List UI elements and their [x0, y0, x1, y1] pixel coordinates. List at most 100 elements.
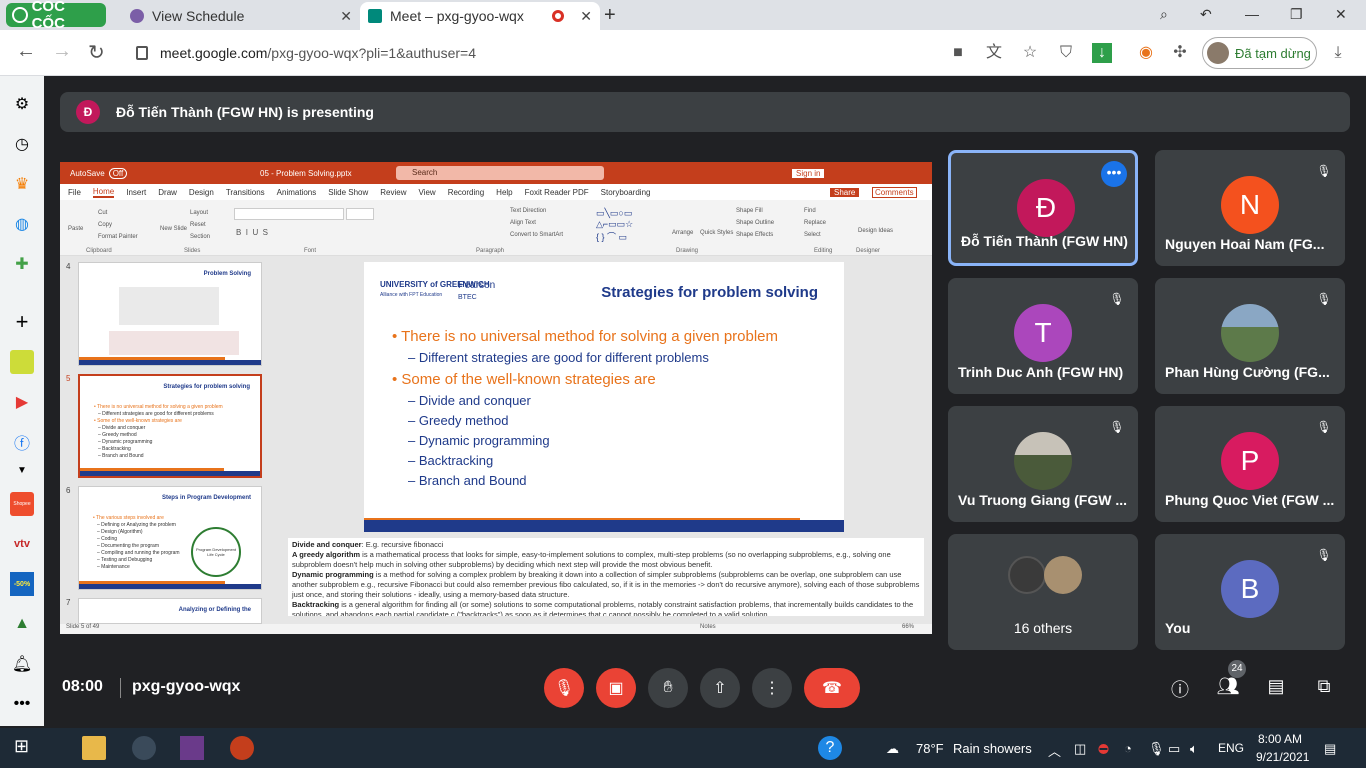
- ppt-menu-home[interactable]: Home: [92, 187, 115, 198]
- camera-off-button[interactable]: ▣: [596, 668, 636, 708]
- file-explorer-icon[interactable]: [82, 736, 106, 760]
- thumb-slide-5[interactable]: Strategies for problem solving • There i…: [78, 374, 262, 478]
- participant-tile[interactable]: N 🎙︎ Nguyen Hoai Nam (FG...: [1155, 150, 1345, 266]
- facebook-icon[interactable]: ⓕ: [10, 430, 34, 454]
- downloads-icon[interactable]: ⤓: [1328, 43, 1348, 63]
- leave-call-button[interactable]: ☎: [804, 668, 860, 708]
- ppt-search[interactable]: Search: [396, 166, 604, 180]
- notes-toggle[interactable]: Notes: [700, 624, 716, 630]
- tab-search-icon[interactable]: ⌕: [1160, 6, 1168, 23]
- settings-gear-icon[interactable]: ⚙: [10, 92, 34, 116]
- autosave-toggle[interactable]: Off: [108, 167, 128, 179]
- windows-start-icon[interactable]: ⊞: [14, 736, 38, 760]
- maximize-icon[interactable]: ❐: [1290, 6, 1303, 23]
- coccoc-taskbar-icon[interactable]: [132, 736, 156, 760]
- ppt-shape-fill[interactable]: Shape Fill: [736, 208, 763, 214]
- download-extension-icon[interactable]: ↓: [1092, 43, 1112, 63]
- shopee-icon[interactable]: Shopee: [10, 492, 34, 516]
- ppt-new-slide[interactable]: New Slide: [160, 226, 187, 232]
- close-window-icon[interactable]: ✕: [1335, 6, 1347, 23]
- ppt-quick-styles[interactable]: Quick Styles: [700, 230, 733, 236]
- back-history-icon[interactable]: ↶: [1200, 6, 1212, 23]
- ppt-menu-file[interactable]: File: [68, 188, 81, 197]
- vtv-go-icon[interactable]: vtv: [10, 532, 34, 556]
- weather-text[interactable]: Rain showers: [953, 741, 1032, 756]
- tab-close-icon[interactable]: ✕: [580, 8, 592, 25]
- tab-meet[interactable]: Meet – pxg-gyoo-wqx ✕: [360, 2, 600, 30]
- clock-date[interactable]: 9/21/2021: [1256, 750, 1309, 764]
- tray-chevron-up-icon[interactable]: ︿: [1048, 741, 1061, 760]
- people-icon[interactable]: 👥︎: [1216, 676, 1240, 700]
- ppt-paste[interactable]: Paste: [68, 226, 83, 232]
- more-dots-icon[interactable]: •••: [10, 692, 34, 716]
- forward-arrow-icon[interactable]: →: [52, 40, 72, 63]
- ppt-shape-outline[interactable]: Shape Outline: [736, 220, 774, 226]
- shield-icon[interactable]: ⛉: [1056, 43, 1076, 63]
- ppt-menu-foxit[interactable]: Foxit Reader PDF: [525, 188, 589, 197]
- ppt-font-size[interactable]: [346, 208, 374, 220]
- ppt-menu-review[interactable]: Review: [380, 188, 406, 197]
- activities-icon[interactable]: ⧉: [1312, 676, 1336, 700]
- ppt-menu-slideshow[interactable]: Slide Show: [328, 188, 368, 197]
- zoom-level[interactable]: 66%: [902, 624, 914, 630]
- ppt-menu-animations[interactable]: Animations: [277, 188, 317, 197]
- new-tab-button[interactable]: +: [604, 4, 616, 27]
- reload-icon[interactable]: ↻: [88, 40, 105, 65]
- wifi-icon[interactable]: ◔: [1124, 741, 1132, 756]
- help-icon[interactable]: ?: [818, 736, 842, 760]
- ppt-format-painter[interactable]: Format Painter: [98, 234, 138, 240]
- hat-icon[interactable]: ▲: [10, 612, 34, 636]
- chat-icon[interactable]: ▤: [1264, 676, 1288, 700]
- meet-now-icon[interactable]: ◫: [1074, 741, 1086, 757]
- ppt-menu-design[interactable]: Design: [189, 188, 214, 197]
- volume-icon[interactable]: 🔈︎: [1190, 741, 1198, 757]
- thumb-slide-7[interactable]: Analyzing or Defining the: [78, 598, 262, 624]
- tab-close-icon[interactable]: ✕: [340, 8, 352, 25]
- puzzle-extensions-icon[interactable]: ✣: [1170, 43, 1190, 63]
- ppt-reset[interactable]: Reset: [190, 222, 206, 228]
- ppt-comments-button[interactable]: Comments: [872, 186, 917, 198]
- notification-bell-icon[interactable]: 🔔︎: [10, 652, 34, 676]
- add-panel-icon[interactable]: +: [10, 309, 34, 334]
- network-alert-icon[interactable]: ⛔︎: [1098, 741, 1109, 757]
- raise-hand-button[interactable]: ✋︎: [648, 668, 688, 708]
- ppt-copy[interactable]: Copy: [98, 222, 112, 228]
- ppt-menu-transitions[interactable]: Transitions: [226, 188, 265, 197]
- ppt-menu-view[interactable]: View: [419, 188, 436, 197]
- ppt-menu-insert[interactable]: Insert: [126, 188, 146, 197]
- profile-chip[interactable]: Đã tạm dừng: [1202, 37, 1317, 69]
- participant-tile-others[interactable]: 16 others: [948, 534, 1138, 650]
- ppt-sign-in[interactable]: Sign in: [792, 168, 825, 178]
- speaker-notes[interactable]: Divide and conquer: E.g. recursive fibon…: [288, 538, 924, 616]
- chevron-down-icon[interactable]: ▼: [10, 458, 34, 482]
- youtube-icon[interactable]: ▶: [10, 390, 34, 414]
- tab-view-schedule[interactable]: View Schedule ✕: [120, 2, 360, 30]
- ppt-cut[interactable]: Cut: [98, 210, 107, 216]
- ppt-share-button[interactable]: Share: [830, 187, 860, 197]
- ppt-section[interactable]: Section: [190, 234, 210, 240]
- participant-tile[interactable]: 🎙︎ Phan Hùng Cường (FG...: [1155, 278, 1345, 394]
- ppt-replace[interactable]: Replace: [804, 220, 826, 226]
- mic-off-button[interactable]: 🎙︎: [544, 668, 584, 708]
- clock-time[interactable]: 8:00 AM: [1258, 732, 1302, 746]
- ppt-font-styles[interactable]: B I U S: [236, 228, 268, 237]
- back-arrow-icon[interactable]: ←: [16, 40, 36, 63]
- crown-icon[interactable]: ♛: [10, 172, 34, 196]
- thumb-slide-4[interactable]: Problem Solving: [78, 262, 262, 366]
- participant-tile-self[interactable]: B 🎙︎ You: [1155, 534, 1345, 650]
- ppt-layout[interactable]: Layout: [190, 210, 208, 216]
- ppt-convert-smartart[interactable]: Convert to SmartArt: [510, 232, 563, 238]
- ppt-select[interactable]: Select: [804, 232, 821, 238]
- note-icon[interactable]: [10, 350, 34, 374]
- ppt-text-direction[interactable]: Text Direction: [510, 208, 546, 214]
- ppt-align-text[interactable]: Align Text: [510, 220, 536, 226]
- browser-brand[interactable]: CỐC CỐC: [6, 0, 106, 32]
- ppt-menu-help[interactable]: Help: [496, 188, 512, 197]
- microphone-icon[interactable]: 🎙︎: [1148, 741, 1165, 757]
- ppt-shapes-gallery[interactable]: ▭╲▭○▭ △⌐▭▭☆{ } ⌒ ▭: [596, 208, 633, 243]
- participant-tile[interactable]: Đ ••• Đỗ Tiến Thành (FGW HN): [948, 150, 1138, 266]
- gamepad-icon[interactable]: ✚: [10, 252, 34, 276]
- extension-icon[interactable]: ◉: [1136, 43, 1156, 63]
- history-icon[interactable]: ◷: [10, 132, 34, 156]
- participant-tile[interactable]: T 🎙︎ Trinh Duc Anh (FGW HN): [948, 278, 1138, 394]
